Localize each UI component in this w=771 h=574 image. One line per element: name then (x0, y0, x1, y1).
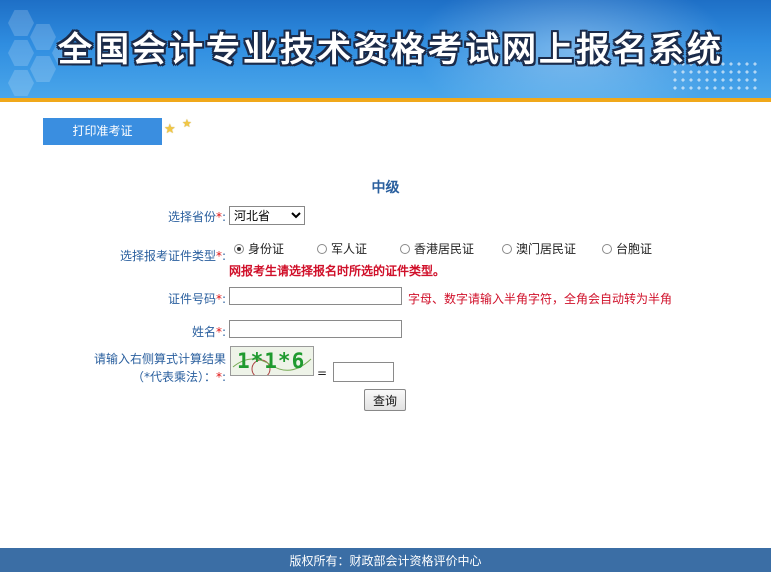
radio-military-id[interactable]: 军人证 (317, 240, 367, 257)
print-admission-ticket-button[interactable]: 打印准考证 (43, 118, 162, 145)
radio-hongkong-id[interactable]: 香港居民证 (400, 240, 474, 257)
id-number-input[interactable] (229, 287, 402, 305)
radio-button[interactable] (400, 244, 410, 254)
captcha-label-line2: （*代表乘法）：*: (131, 370, 226, 384)
query-button[interactable]: 查询 (364, 389, 406, 411)
exam-level-heading: 中级 (371, 180, 400, 196)
banner-hexagon (8, 10, 34, 36)
footer-copyright: 版权所有：财政部会计资格评价中心 (0, 548, 771, 572)
province-select[interactable]: 河北省 (229, 206, 305, 225)
captcha-label-line1: 请输入右侧算式计算结果 (93, 352, 226, 366)
radio-button[interactable] (317, 244, 327, 254)
equals-sign: = (317, 366, 328, 380)
id-number-label: 证件号码*: (167, 292, 226, 306)
banner-hexagon (30, 24, 56, 50)
id-type-label: 选择报考证件类型*: (119, 249, 226, 263)
star-icon: ★ (164, 122, 176, 137)
name-input[interactable] (229, 320, 402, 338)
radio-button[interactable] (234, 244, 244, 254)
banner-hexagon (8, 70, 34, 96)
captcha-image[interactable]: 1*1*6 (230, 346, 314, 376)
id-number-hint: 字母、数字请输入半角字符，全角会自动转为半角 (408, 292, 673, 306)
radio-taiwan-id[interactable]: 台胞证 (602, 240, 652, 257)
name-label: 姓名*: (191, 325, 226, 339)
id-type-warning: 网报考生请选择报名时所选的证件类型。 (229, 264, 446, 278)
star-icon: ★ (182, 117, 192, 130)
banner-hexagon (8, 40, 34, 66)
banner-hexagon (30, 56, 56, 82)
page-title: 全国会计专业技术资格考试网上报名系统 (58, 30, 724, 70)
header-banner: 全国会计专业技术资格考试网上报名系统 (0, 0, 771, 98)
radio-button[interactable] (602, 244, 612, 254)
radio-macau-id[interactable]: 澳门居民证 (502, 240, 576, 257)
header-accent-stripe (0, 98, 771, 102)
captcha-text: 1*1*6 (237, 349, 306, 373)
radio-button[interactable] (502, 244, 512, 254)
radio-id-card[interactable]: 身份证 (234, 240, 284, 257)
captcha-answer-input[interactable] (333, 362, 394, 382)
province-label: 选择省份*: (167, 210, 226, 224)
